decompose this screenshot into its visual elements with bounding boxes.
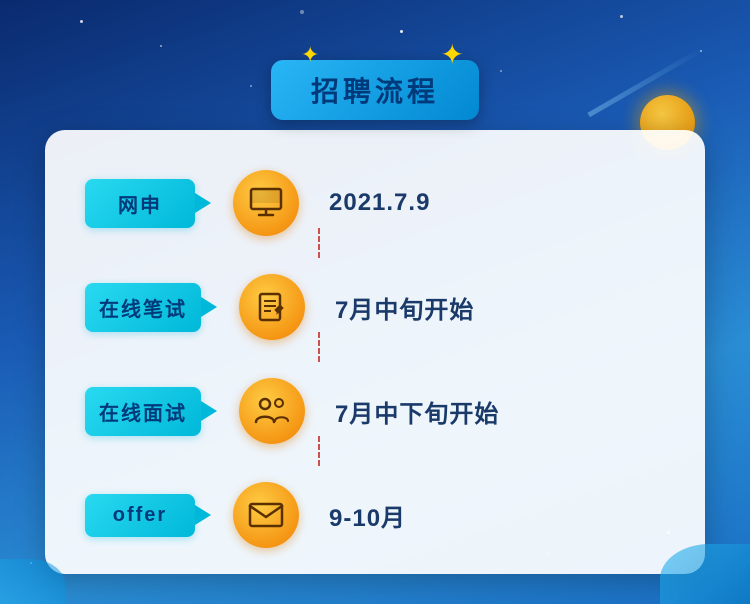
step-icon-mianshi <box>239 378 305 444</box>
pen-icon <box>255 290 289 324</box>
page-title: 招聘流程 <box>311 76 439 107</box>
sparkle-right-icon: ✦ <box>441 38 464 71</box>
timeline: 网申 2021.7.9 在线笔试 <box>85 160 665 548</box>
step-row-bishi: 在线笔试 7月中旬开始 <box>85 274 665 340</box>
step-label-mianshi: 在线面试 <box>85 387 201 436</box>
step-label-bishi: 在线笔试 <box>85 283 201 332</box>
step-row-wangshen: 网申 2021.7.9 <box>85 170 665 236</box>
timeline-row-4: offer 9-10月 <box>85 482 665 548</box>
mail-icon <box>248 501 284 529</box>
step-desc-bishi: 7月中旬开始 <box>335 290 474 325</box>
step-label-wangshen: 网申 <box>85 179 195 228</box>
step-desc-wangshen: 2021.7.9 <box>329 189 430 217</box>
sparkle-left-icon: ✦ <box>301 42 319 68</box>
step-icon-bishi <box>239 274 305 340</box>
step-row-mianshi: 在线面试 7月中下旬开始 <box>85 378 665 444</box>
step-label-offer: offer <box>85 494 195 537</box>
step-desc-mianshi: 7月中下旬开始 <box>335 394 499 429</box>
step-row-offer: offer 9-10月 <box>85 482 665 548</box>
people-icon <box>253 394 291 428</box>
title-banner: ✦ ✦ 招聘流程 <box>271 60 479 120</box>
step-desc-offer: 9-10月 <box>329 498 406 533</box>
monitor-icon <box>248 187 284 219</box>
timeline-row-2: 在线笔试 7月中旬开始 <box>85 274 665 340</box>
timeline-row-1: 网申 2021.7.9 <box>85 170 665 236</box>
timeline-row-3: 在线面试 7月中下旬开始 <box>85 378 665 444</box>
main-card: 网申 2021.7.9 在线笔试 <box>45 130 705 574</box>
step-icon-offer <box>233 482 299 548</box>
step-icon-wangshen <box>233 170 299 236</box>
